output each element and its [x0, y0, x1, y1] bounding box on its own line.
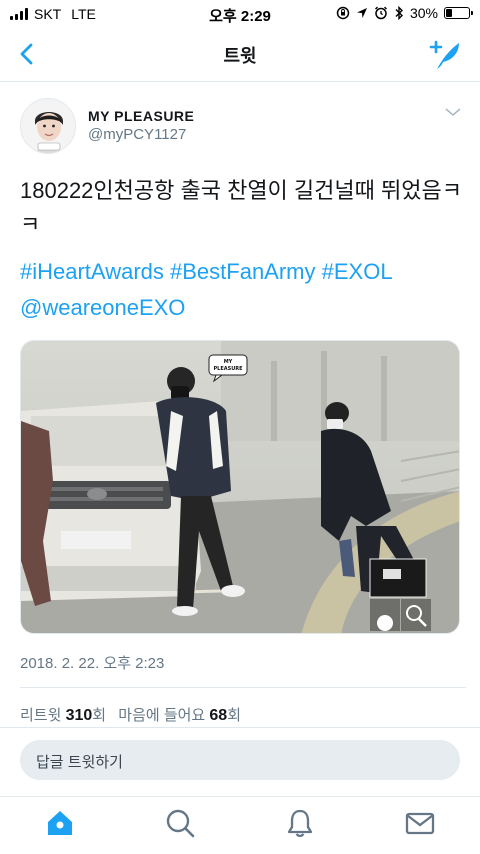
avatar[interactable]	[20, 98, 76, 154]
screen-rotation-lock-icon	[336, 6, 350, 20]
messages-envelope-icon[interactable]	[404, 807, 436, 839]
tweet-links: #iHeartAwards #BestFanArmy #EXOL @weareo…	[20, 254, 465, 326]
search-icon[interactable]	[164, 807, 196, 839]
reply-placeholder: 답글 트윗하기	[36, 754, 123, 771]
hashtag-link[interactable]: #iHeartAwards	[20, 259, 164, 284]
user-display-name[interactable]: MY PLEASURE	[88, 108, 194, 124]
mention-link[interactable]: @weareoneEXO	[20, 295, 185, 320]
airport-photo: MY PLEASURE	[21, 341, 459, 633]
like-label: 마음에 들어요	[118, 707, 206, 724]
status-bar: SKT LTE 오후 2:29 30%	[0, 0, 480, 28]
retweet-count: 310	[65, 707, 93, 724]
user-handle[interactable]: @myPCY1127	[88, 126, 186, 143]
reply-input[interactable]: 답글 트윗하기	[20, 740, 460, 780]
svg-text:PLEASURE: PLEASURE	[213, 366, 243, 372]
bluetooth-icon	[395, 6, 403, 20]
notifications-bell-icon[interactable]	[284, 807, 316, 839]
retweet-label: 리트윗	[20, 707, 62, 724]
more-chevron-icon[interactable]	[444, 106, 462, 118]
page-title: 트윗	[223, 46, 257, 66]
like-count: 68	[209, 707, 228, 724]
svg-text:MY: MY	[224, 359, 233, 365]
tweet-stats: 리트윗 310회 마음에 들어요 68회	[20, 704, 241, 725]
nav-bar: 트윗	[0, 28, 480, 82]
battery-percent: 30%	[409, 5, 438, 21]
hashtag-link[interactable]: #BestFanArmy	[170, 259, 316, 284]
divider	[20, 687, 466, 688]
like-stat[interactable]: 마음에 들어요 68회	[118, 707, 241, 724]
home-icon[interactable]	[44, 807, 76, 839]
status-right: 30%	[336, 5, 473, 21]
location-arrow-icon	[356, 8, 367, 18]
divider	[0, 727, 480, 728]
tweet-timestamp: 2018. 2. 22. 오후 2:23	[20, 655, 165, 672]
like-suffix: 회	[227, 707, 242, 724]
bottom-tab-bar	[0, 796, 480, 854]
hashtag-link[interactable]: #EXOL	[322, 259, 393, 284]
avatar-image	[21, 99, 75, 153]
tweet-text: 180222인천공항 출국 찬열이 길건널때 뛰었음ㅋㅋ	[20, 178, 462, 237]
retweet-stat[interactable]: 리트윗 310회	[20, 707, 106, 724]
compose-tweet-icon[interactable]	[428, 38, 462, 72]
retweet-suffix: 회	[92, 707, 107, 724]
battery-level	[446, 9, 452, 17]
alarm-icon	[374, 6, 387, 20]
tweet-photo[interactable]: MY PLEASURE	[20, 340, 460, 634]
battery-icon	[444, 7, 473, 19]
